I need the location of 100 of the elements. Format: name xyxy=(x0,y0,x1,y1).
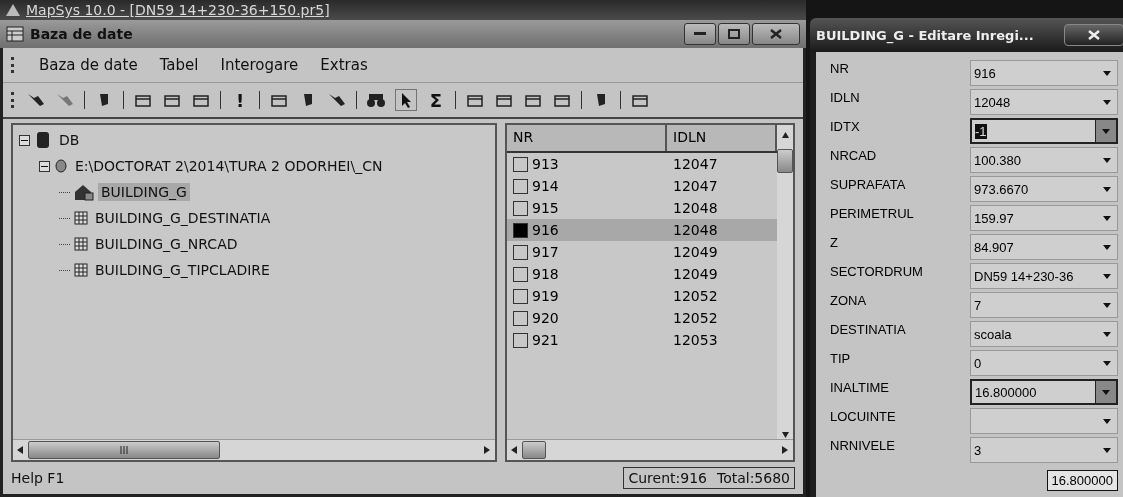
combo-field[interactable]: 100.380 xyxy=(970,147,1118,173)
maximize-button[interactable] xyxy=(718,23,750,45)
scroll-thumb[interactable] xyxy=(28,441,220,459)
horizontal-scrollbar[interactable] xyxy=(507,439,793,460)
table-cell: 916 xyxy=(532,222,559,238)
combo-field[interactable]: 159.97 xyxy=(970,205,1118,231)
arrow-right-icon[interactable] xyxy=(782,446,789,454)
field-label: LOCUINTE xyxy=(830,408,897,424)
combo-field[interactable]: 0 xyxy=(970,350,1118,376)
tree-item[interactable]: BUILDING_G_NRCAD xyxy=(92,235,241,253)
dropdown-arrow-icon xyxy=(1103,447,1111,453)
row-checkbox[interactable] xyxy=(513,178,528,194)
table-cell: 920 xyxy=(532,310,559,326)
field-label: SUPRAFATA xyxy=(830,176,907,192)
collapse-icon[interactable] xyxy=(19,134,30,146)
table-cell-text: 12053 xyxy=(672,332,719,348)
dropdown-arrow-icon xyxy=(1103,302,1111,308)
dropdown-arrow-icon xyxy=(1103,418,1111,424)
dropdown-arrow-icon xyxy=(1103,215,1111,221)
toolbar-button[interactable]: Σ xyxy=(426,89,446,111)
scroll-thumb[interactable] xyxy=(777,149,793,173)
table-cell: 919 xyxy=(532,288,559,304)
tree-item[interactable]: BUILDING_G_DESTINATIA xyxy=(92,209,274,227)
field-label: INALTIME xyxy=(830,379,890,395)
combo-field[interactable]: 16.800000 xyxy=(970,379,1118,405)
binoculars-icon[interactable] xyxy=(366,91,386,109)
table-icon xyxy=(74,237,88,251)
combo-field[interactable]: scoala xyxy=(970,321,1118,347)
dropdown-arrow-icon xyxy=(1103,157,1111,163)
table-cell: 917 xyxy=(532,244,559,260)
table-cell-text: 12049 xyxy=(672,266,719,282)
table-cell-text: 12048 xyxy=(672,222,719,238)
database-icon xyxy=(34,131,52,149)
table-icon xyxy=(74,211,88,225)
vertical-scrollbar[interactable] xyxy=(777,125,793,439)
row-checkbox[interactable] xyxy=(513,288,528,304)
combo-field[interactable]: 916 xyxy=(970,60,1118,86)
column-header[interactable]: NR xyxy=(507,125,667,151)
arrow-up-icon[interactable] xyxy=(781,131,789,139)
field-label: DESTINATIA xyxy=(830,321,907,337)
horizontal-scrollbar[interactable] xyxy=(13,439,495,460)
toolbar-button[interactable]: ! xyxy=(230,89,250,111)
menu-item[interactable]: Baza de date xyxy=(39,56,138,74)
row-checkbox[interactable] xyxy=(513,222,528,238)
dropdown-arrow-icon xyxy=(1102,389,1110,395)
pointer-icon[interactable] xyxy=(395,89,417,111)
menu-item[interactable]: Tabel xyxy=(159,56,199,74)
table-cell-text: 12048 xyxy=(672,200,719,216)
arrow-down-icon[interactable] xyxy=(781,431,789,439)
combo-field[interactable]: 3 xyxy=(970,437,1118,463)
field-label: Z xyxy=(830,234,839,250)
field-label: NRNIVELE xyxy=(830,437,897,453)
tree-item[interactable]: E:\DOCTORAT 2\2014\TURA 2 ODORHEI\_CN xyxy=(72,157,386,175)
row-checkbox[interactable] xyxy=(513,200,528,216)
arrow-left-icon[interactable] xyxy=(511,446,518,454)
combo-field[interactable]: DN59 14+230-36 xyxy=(970,263,1118,289)
table-cell: 921 xyxy=(532,332,559,348)
table-icon xyxy=(74,263,88,277)
tree-item[interactable]: DB xyxy=(56,131,83,149)
close-icon xyxy=(1088,30,1100,40)
dialog-title: BUILDING_G - Editare Inregi... xyxy=(816,27,1034,43)
row-checkbox[interactable] xyxy=(513,156,528,172)
menu-item[interactable]: Interogare xyxy=(220,56,299,74)
status-current: Curent:916 xyxy=(628,470,707,486)
combo-field[interactable]: 84.907 xyxy=(970,234,1118,260)
minimize-button[interactable] xyxy=(684,23,716,45)
combo-field[interactable] xyxy=(970,408,1118,434)
close-button[interactable] xyxy=(752,23,800,45)
row-checkbox[interactable] xyxy=(513,332,528,348)
app-title: MapSys 10.0 - [DN59 14+230-36+150.pr5] xyxy=(26,2,330,18)
field-label: IDLN xyxy=(830,89,861,105)
tree-item[interactable]: BUILDING_G xyxy=(98,183,190,201)
close-icon xyxy=(770,29,782,39)
tree-item[interactable]: BUILDING_G_TIPCLADIRE xyxy=(92,261,273,279)
table-cell-text: 12052 xyxy=(672,310,719,326)
row-checkbox[interactable] xyxy=(513,266,528,282)
app-logo-icon xyxy=(6,4,20,16)
combo-field[interactable]: -1 xyxy=(970,118,1118,144)
menu-item[interactable]: Extras xyxy=(320,56,368,74)
row-checkbox[interactable] xyxy=(513,310,528,326)
field-label: TIP xyxy=(830,350,852,366)
table-cell: 915 xyxy=(532,200,559,216)
close-button[interactable] xyxy=(1064,24,1123,46)
status-total: Total:5680 xyxy=(716,470,790,486)
arrow-left-icon[interactable] xyxy=(17,446,24,454)
field-label: SECTORDRUM xyxy=(830,263,924,279)
scroll-thumb[interactable] xyxy=(522,441,546,459)
dropdown-arrow-icon xyxy=(1103,360,1111,366)
collapse-icon[interactable] xyxy=(39,160,50,172)
table-cell: 918 xyxy=(532,266,559,282)
building-icon xyxy=(74,183,94,201)
row-checkbox[interactable] xyxy=(513,244,528,260)
field-label: ZONA xyxy=(830,292,868,308)
combo-field[interactable]: 973.6670 xyxy=(970,176,1118,202)
dropdown-arrow-icon xyxy=(1103,244,1111,250)
combo-field[interactable]: 7 xyxy=(970,292,1118,318)
arrow-right-icon[interactable] xyxy=(484,446,491,454)
combo-field[interactable]: 12048 xyxy=(970,89,1118,115)
field-label: NR xyxy=(830,60,850,76)
dropdown-arrow-icon xyxy=(1102,128,1110,134)
